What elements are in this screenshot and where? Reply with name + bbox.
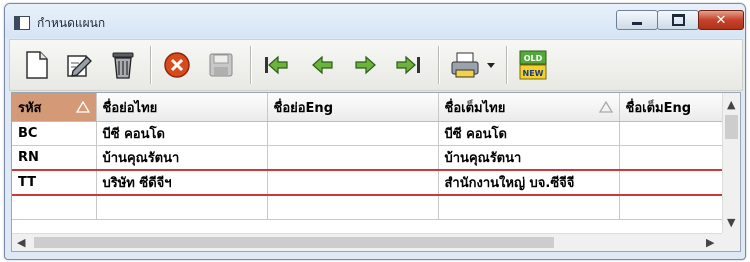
table-cell[interactable] [267, 121, 439, 146]
table-cell[interactable] [12, 195, 97, 220]
maximize-icon [671, 14, 685, 26]
toolbar-separator [250, 46, 252, 84]
table-cell[interactable]: BC [12, 121, 97, 146]
table-cell[interactable] [619, 195, 740, 220]
toolbar-separator [438, 46, 440, 84]
scrollbar-corner [722, 233, 740, 251]
table-cell[interactable] [267, 195, 439, 220]
table-cell[interactable] [267, 145, 439, 171]
minimize-icon [632, 22, 642, 25]
first-record-button[interactable] [260, 48, 294, 82]
print-icon [451, 52, 479, 78]
save-disk-icon [209, 53, 233, 77]
next-record-icon [355, 55, 376, 75]
window-title: กำหนดแผนก [37, 16, 106, 30]
new-document-icon [26, 51, 48, 79]
chevron-down-icon [487, 63, 495, 68]
column-header-full-name-eng[interactable]: ชื่อเต็มEng [619, 93, 740, 122]
table-cell[interactable] [96, 195, 268, 220]
cancel-button[interactable] [160, 48, 194, 82]
scroll-left-icon[interactable]: ◀ [17, 237, 25, 248]
delete-button[interactable] [106, 48, 140, 82]
minimize-button[interactable] [616, 10, 658, 30]
table-row[interactable]: BC บีซี คอนโด บีซี คอนโด [12, 121, 740, 146]
table-cell[interactable]: บีซี คอนโด [96, 121, 268, 146]
close-button[interactable]: ✕ [698, 10, 744, 30]
sort-asc-icon [75, 101, 90, 113]
old-new-icon: OLD NEW [519, 50, 547, 80]
last-record-button[interactable] [392, 48, 426, 82]
cancel-icon [164, 52, 190, 78]
first-record-icon [265, 55, 288, 75]
table-cell[interactable]: บ้านคุณรัตนา [438, 145, 620, 171]
table-cell[interactable]: บีซี คอนโด [438, 121, 620, 146]
table-cell[interactable] [619, 145, 740, 171]
column-header-code[interactable]: รหัส [12, 93, 97, 122]
edit-icon [67, 55, 92, 77]
previous-record-icon [312, 55, 333, 75]
table-cell[interactable] [619, 169, 740, 196]
scroll-right-icon[interactable]: ▶ [706, 237, 714, 248]
toolbar-separator [150, 46, 152, 84]
toolbar-separator [506, 46, 508, 84]
svg-text:OLD: OLD [524, 54, 543, 63]
last-record-icon [396, 55, 420, 75]
table-cell[interactable]: สำนักงานใหญ่ บจ.ซีจีจี [438, 169, 620, 196]
vertical-scroll-thumb[interactable] [725, 115, 738, 139]
table-cell[interactable]: บ้านคุณรัตนา [96, 145, 268, 171]
edit-button[interactable] [62, 48, 96, 82]
column-header-short-name-thai[interactable]: ชื่อย่อไทย [96, 93, 268, 122]
app-window-icon [14, 16, 30, 30]
next-record-button[interactable] [348, 48, 382, 82]
horizontal-scroll-thumb[interactable] [34, 237, 554, 248]
department-grid[interactable]: รหัส ชื่อย่อไทย ชื่อย่อEng ชื่อเต็มไทย ช… [11, 92, 741, 252]
old-new-button[interactable]: OLD NEW [516, 48, 550, 82]
new-button[interactable] [20, 48, 54, 82]
vertical-scrollbar[interactable]: ▲ ▼ [722, 93, 740, 233]
table-cell[interactable]: RN [12, 145, 97, 171]
sort-indicator-icon [598, 101, 613, 113]
column-header-full-name-thai[interactable]: ชื่อเต็มไทย [438, 93, 620, 122]
department-window: กำหนดแผนก ✕ OLD NEW รหัส ชื่อย่อไทย ชื่อ… [4, 3, 746, 260]
scroll-up-icon[interactable]: ▲ [727, 99, 735, 110]
table-cell[interactable]: บริษัท ซีดีจีฯ [96, 169, 268, 196]
delete-trash-icon [112, 52, 134, 79]
table-row-empty[interactable] [12, 195, 740, 220]
table-row-selected[interactable]: TT บริษัท ซีดีจีฯ สำนักงานใหญ่ บจ.ซีจีจี [12, 169, 740, 196]
toolbar: OLD NEW [9, 39, 743, 91]
table-cell[interactable]: TT [12, 169, 97, 196]
close-icon: ✕ [715, 12, 727, 28]
previous-record-button[interactable] [306, 48, 340, 82]
table-cell[interactable] [438, 195, 620, 220]
table-cell[interactable] [619, 121, 740, 146]
horizontal-scrollbar[interactable]: ◀ ▶ [12, 233, 722, 251]
print-dropdown-button[interactable] [484, 48, 498, 82]
table-cell[interactable] [267, 169, 439, 196]
title-bar[interactable]: กำหนดแผนก ✕ [5, 4, 745, 38]
save-button[interactable] [204, 48, 238, 82]
print-button[interactable] [448, 48, 482, 82]
maximize-button[interactable] [657, 10, 699, 30]
table-row[interactable]: RN บ้านคุณรัตนา บ้านคุณรัตนา [12, 145, 740, 171]
column-header-short-name-eng[interactable]: ชื่อย่อEng [267, 93, 439, 122]
svg-text:NEW: NEW [523, 69, 544, 78]
scroll-down-icon[interactable]: ▼ [727, 217, 735, 228]
